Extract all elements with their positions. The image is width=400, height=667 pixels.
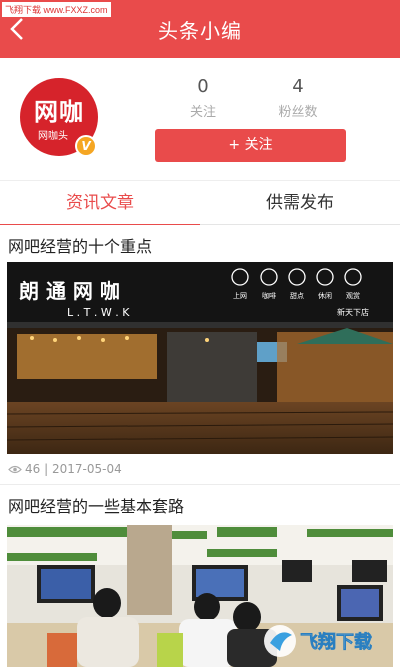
site-logo: 飞翔下载	[262, 623, 392, 663]
list-item[interactable]: 网吧经营的十个重点 朗 通 网 咖 L . T . W . K 上网 咖啡 甜点…	[0, 225, 400, 485]
avatar-text: 网咖	[34, 98, 84, 126]
shop-sign-subtext: L . T . W . K	[67, 306, 130, 319]
menu-label: 甜点	[290, 291, 304, 300]
eye-icon	[8, 465, 22, 474]
verified-badge-icon: V	[75, 135, 97, 157]
list-item[interactable]: 网吧经营的一些基本套路 飞翔下载	[0, 485, 400, 667]
tab-supply-demand-label: 供需发布	[266, 193, 334, 213]
profile-card: 网咖 网咖头 V 0 关注 4 粉丝数 + 关注	[0, 58, 400, 180]
article-title: 网吧经营的十个重点	[8, 237, 153, 256]
watermark: 飞翔下载 www.FXXZ.com	[2, 2, 111, 17]
meta-separator: |	[44, 462, 52, 476]
view-count: 46	[25, 462, 41, 476]
menu-label: 观赏	[346, 291, 360, 300]
article-thumbnail: 朗 通 网 咖 L . T . W . K 上网 咖啡 甜点 休闲 观赏 新天下…	[7, 262, 393, 454]
following-count: 0	[197, 76, 209, 97]
menu-label: 休闲	[318, 291, 332, 300]
article-title: 网吧经营的一些基本套路	[8, 497, 185, 516]
tab-bar: 资讯文章 供需发布	[0, 180, 400, 226]
site-logo-text: 飞翔下载	[300, 631, 372, 653]
stat-following[interactable]: 0 关注	[153, 76, 253, 120]
article-meta: 46 | 2017-05-04	[8, 462, 122, 476]
menu-label: 咖啡	[262, 291, 276, 300]
fans-label: 粉丝数	[278, 105, 318, 120]
app-header: 头条小编 飞翔下载 www.FXXZ.com	[0, 0, 400, 58]
stat-fans[interactable]: 4 粉丝数	[248, 76, 348, 120]
fxxz-logo-icon: 飞翔下载	[264, 625, 372, 657]
following-label: 关注	[189, 105, 216, 120]
tab-supply-demand[interactable]: 供需发布	[200, 181, 400, 225]
page-title: 头条小编	[158, 19, 242, 43]
menu-label: 上网	[233, 291, 247, 300]
tab-articles-label: 资讯文章	[66, 193, 134, 213]
fans-count: 4	[292, 76, 304, 97]
avatar[interactable]: 网咖 网咖头 V	[20, 78, 98, 157]
shop-branch-text: 新天下店	[337, 307, 369, 317]
publish-date: 2017-05-04	[51, 462, 122, 476]
follow-button[interactable]: + 关注	[155, 129, 346, 162]
tab-articles[interactable]: 资讯文章	[0, 181, 200, 226]
shop-sign-text: 朗 通 网 咖	[19, 279, 120, 303]
